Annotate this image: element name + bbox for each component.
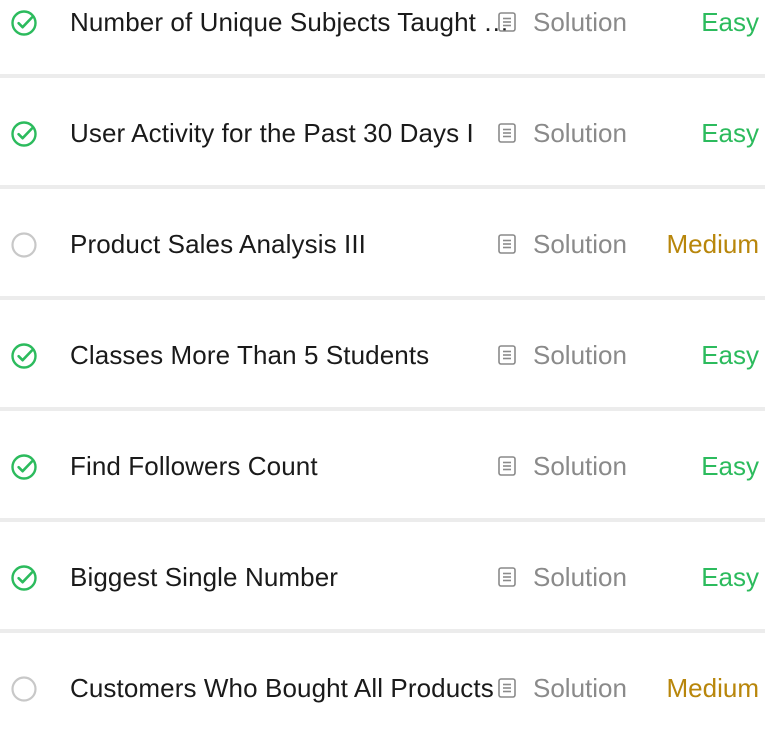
document-icon — [496, 122, 533, 144]
solution-label: Solution — [533, 562, 627, 592]
problem-row[interactable]: Number of Unique Subjects Taught by Each… — [0, 0, 765, 78]
check-circle-icon — [10, 342, 38, 370]
check-circle-icon — [10, 9, 38, 37]
document-icon — [496, 677, 533, 699]
document-icon — [496, 344, 533, 366]
document-icon — [496, 566, 533, 588]
solution-label: Solution — [533, 673, 627, 703]
empty-circle-icon — [10, 231, 38, 259]
document-icon — [496, 11, 533, 33]
problem-row[interactable]: Find Followers Count Solution Easy — [0, 411, 765, 522]
problem-row[interactable]: Biggest Single Number Solution Easy — [0, 522, 765, 633]
difficulty-label: Easy — [701, 7, 759, 37]
difficulty-label: Medium — [666, 673, 759, 703]
solution-link[interactable]: Solution — [496, 560, 627, 594]
problem-title-link[interactable]: Classes More Than 5 Students — [70, 338, 522, 372]
document-icon — [496, 233, 533, 255]
problem-title-link[interactable]: Biggest Single Number — [70, 560, 522, 594]
solution-link[interactable]: Solution — [496, 116, 627, 150]
problem-title-link[interactable]: Find Followers Count — [70, 449, 522, 483]
problem-row[interactable]: User Activity for the Past 30 Days I Sol… — [0, 78, 765, 189]
solution-label: Solution — [533, 229, 627, 259]
problem-row[interactable]: Product Sales Analysis III Solution Medi… — [0, 189, 765, 300]
problem-title-link[interactable]: User Activity for the Past 30 Days I — [70, 116, 522, 150]
difficulty-label: Medium — [666, 229, 759, 259]
difficulty-label: Easy — [701, 451, 759, 481]
solution-label: Solution — [533, 340, 627, 370]
problem-title-link[interactable]: Product Sales Analysis III — [70, 227, 522, 261]
problem-title-link[interactable]: Customers Who Bought All Products — [70, 671, 522, 705]
difficulty-label: Easy — [701, 118, 759, 148]
problem-list: Number of Unique Subjects Taught by Each… — [0, 0, 765, 744]
problem-row[interactable]: Classes More Than 5 Students Solution Ea… — [0, 300, 765, 411]
solution-link[interactable]: Solution — [496, 5, 627, 39]
check-circle-icon — [10, 453, 38, 481]
difficulty-label: Easy — [701, 340, 759, 370]
solution-link[interactable]: Solution — [496, 338, 627, 372]
solution-label: Solution — [533, 7, 627, 37]
check-circle-icon — [10, 564, 38, 592]
difficulty-label: Easy — [701, 562, 759, 592]
empty-circle-icon — [10, 675, 38, 703]
problem-title-link[interactable]: Number of Unique Subjects Taught by Each… — [70, 5, 522, 39]
solution-link[interactable]: Solution — [496, 449, 627, 483]
solution-label: Solution — [533, 451, 627, 481]
solution-link[interactable]: Solution — [496, 671, 627, 705]
document-icon — [496, 455, 533, 477]
solution-label: Solution — [533, 118, 627, 148]
check-circle-icon — [10, 120, 38, 148]
solution-link[interactable]: Solution — [496, 227, 627, 261]
problem-row[interactable]: Customers Who Bought All Products Soluti… — [0, 633, 765, 744]
